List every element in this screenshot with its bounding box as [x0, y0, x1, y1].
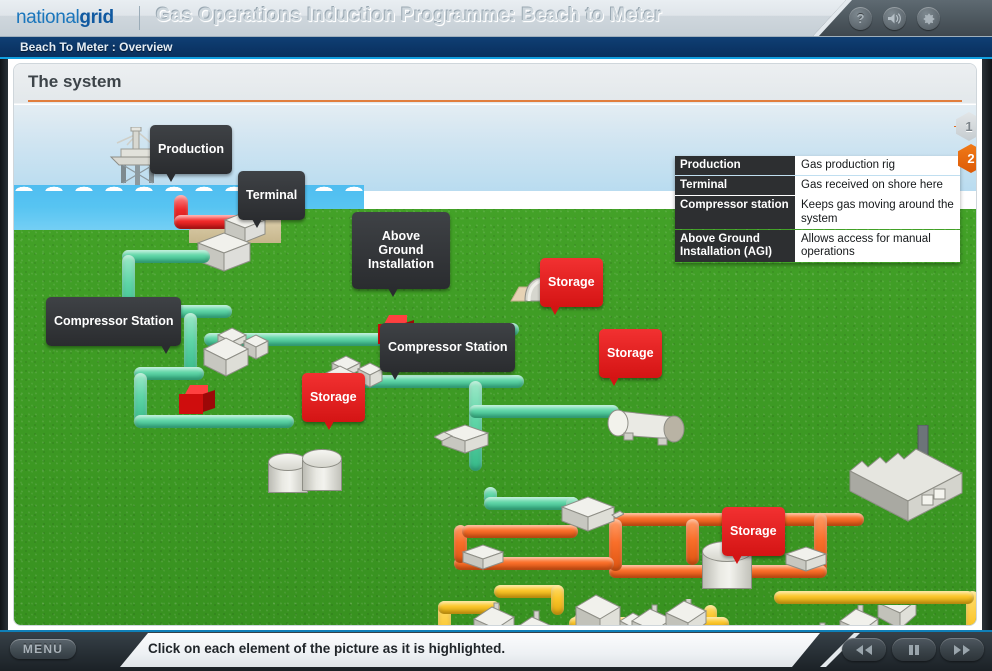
table-row[interactable]: Above Ground Installation (AGI) Allows a…: [675, 230, 960, 262]
title-bar: nationalgrid Gas Operations Induction Pr…: [0, 0, 992, 37]
label-storage-1-text: Storage: [548, 275, 595, 289]
national-grid-logo: nationalgrid: [16, 7, 114, 29]
forward-button[interactable]: [940, 638, 984, 661]
table-row[interactable]: Terminal Gas received on shore here: [675, 176, 960, 195]
breadcrumb-bar: Beach To Meter : Overview: [0, 37, 992, 59]
page-marker-1-number: 1: [965, 119, 972, 134]
label-tail: [252, 219, 262, 228]
hp-pipe-compressor1-down: [184, 313, 197, 375]
lp-pipe-right-run: [774, 591, 974, 604]
label-tail: [550, 306, 560, 315]
label-production[interactable]: Production: [150, 125, 232, 174]
definition-terminal: Gas received on shore here: [795, 176, 960, 195]
forward-icon: [952, 644, 972, 656]
close-icon: [922, 12, 936, 26]
pressure-reduction-station-2[interactable]: [554, 495, 624, 535]
rewind-icon: [854, 644, 874, 656]
rewind-button[interactable]: [842, 638, 886, 661]
question-mark-icon: ?: [857, 12, 865, 25]
label-compressor-2-text: Compressor Station: [388, 340, 507, 354]
pressure-reduction-station-1[interactable]: [434, 423, 496, 457]
frame-left: [0, 59, 8, 630]
plate-edge-highlight: [812, 0, 852, 37]
storage-tank-a[interactable]: [268, 453, 306, 493]
district-governor-2[interactable]: [782, 545, 830, 573]
label-agi[interactable]: Above Ground Installation: [352, 212, 450, 289]
factory[interactable]: [844, 425, 970, 531]
label-tail: [161, 345, 171, 354]
label-production-text: Production: [158, 142, 224, 156]
term-compressor-station: Compressor station: [675, 196, 795, 228]
house-group-middle[interactable]: [630, 599, 740, 625]
storage-tank-b[interactable]: [302, 449, 340, 491]
label-tail: [390, 371, 400, 380]
definition-production: Gas production rig: [795, 156, 960, 175]
label-tail: [324, 421, 334, 430]
sea-surface-waves: [14, 183, 364, 191]
house-terrace-row[interactable]: [726, 605, 956, 625]
label-compressor-1[interactable]: Compressor Station: [46, 297, 181, 346]
content-panel: The system: [14, 64, 976, 625]
label-tail: [166, 173, 176, 182]
close-button[interactable]: [917, 7, 940, 30]
glossary-table: Production Gas production rig Terminal G…: [675, 156, 960, 263]
mp-pipe-branch-up: [686, 519, 699, 565]
logo-text-bold: grid: [79, 7, 113, 28]
house-group-left[interactable]: [472, 599, 582, 625]
table-row[interactable]: Compressor station Keeps gas moving arou…: [675, 196, 960, 228]
frame-right: [982, 59, 992, 630]
instruction-text: Click on each element of the picture as …: [148, 641, 505, 656]
compressor-station-1[interactable]: [200, 323, 272, 379]
application-window: nationalgrid Gas Operations Induction Pr…: [0, 0, 992, 671]
system-diagram: Production Terminal Above Ground Install…: [14, 105, 976, 625]
agi-left-face: [179, 394, 203, 414]
label-storage-2[interactable]: Storage: [599, 329, 662, 378]
pause-icon: [907, 644, 921, 656]
label-agi-text: Above Ground Installation: [368, 229, 434, 271]
menu-button-label: MENU: [23, 642, 63, 656]
agi-unit-2[interactable]: [179, 385, 215, 415]
label-tail: [732, 555, 742, 564]
label-storage-3[interactable]: Storage: [302, 373, 365, 422]
hp-pipe-to-junction: [469, 405, 619, 418]
term-terminal: Terminal: [675, 176, 795, 195]
label-storage-1[interactable]: Storage: [540, 258, 603, 307]
content-stage: The system: [8, 59, 982, 630]
speaker-icon: [887, 12, 902, 25]
title-divider: [28, 100, 962, 102]
hp-pipe-terminal-out: [122, 250, 210, 263]
label-storage-3-text: Storage: [310, 390, 357, 404]
sound-button[interactable]: [883, 7, 906, 30]
label-compressor-2[interactable]: Compressor Station: [380, 323, 515, 372]
page-title: The system: [28, 72, 122, 92]
term-agi: Above Ground Installation (AGI): [675, 230, 795, 262]
district-governor-1[interactable]: [459, 543, 507, 571]
logo-text-light: national: [16, 7, 79, 28]
logo-divider: [139, 6, 140, 30]
storage-cylinder[interactable]: [604, 405, 692, 453]
definition-agi: Allows access for manual operations: [795, 230, 960, 262]
label-terminal-text: Terminal: [246, 188, 297, 202]
hp-pipe-bottom-left: [134, 415, 294, 428]
definition-compressor-station: Keeps gas moving around the system: [795, 196, 960, 228]
label-storage-4[interactable]: Storage: [722, 507, 785, 556]
term-production: Production: [675, 156, 795, 175]
menu-button[interactable]: MENU: [10, 639, 76, 659]
app-title: Gas Operations Induction Programme: Beac…: [156, 5, 662, 27]
label-compressor-1-text: Compressor Station: [54, 314, 173, 328]
label-storage-4-text: Storage: [730, 524, 777, 538]
label-storage-2-text: Storage: [607, 346, 654, 360]
label-tail: [388, 288, 398, 297]
pause-button[interactable]: [892, 638, 936, 661]
footer-bar: Click on each element of the picture as …: [0, 630, 992, 671]
tank-cap: [302, 449, 342, 468]
label-terminal[interactable]: Terminal: [238, 171, 305, 220]
table-row[interactable]: Production Gas production rig: [675, 156, 960, 175]
label-tail: [609, 377, 619, 386]
page-marker-2-number: 2: [967, 151, 974, 166]
help-button[interactable]: ?: [849, 7, 872, 30]
breadcrumb: Beach To Meter : Overview: [20, 40, 173, 54]
